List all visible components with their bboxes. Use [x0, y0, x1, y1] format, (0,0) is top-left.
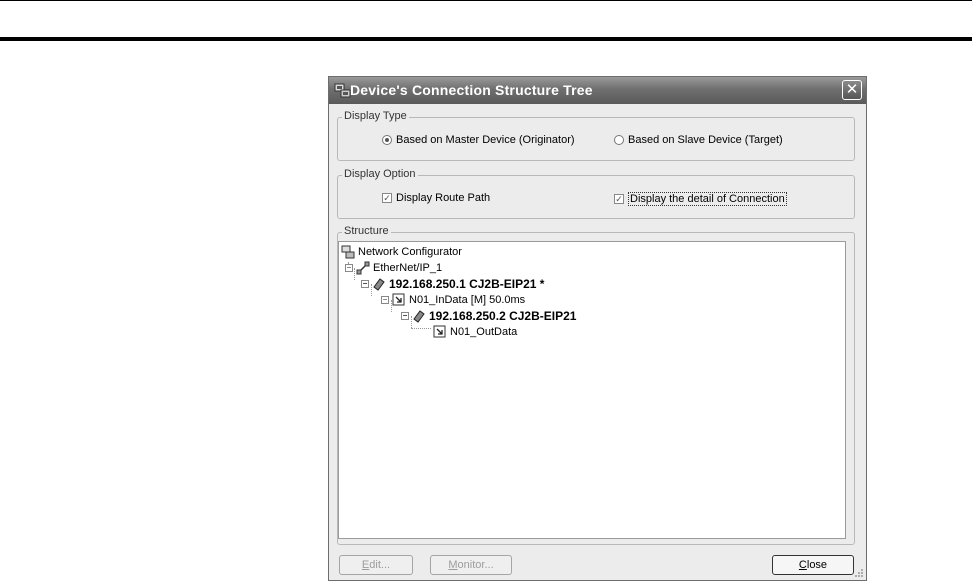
connection-structure-dialog: Device's Connection Structure Tree ✕ Dis…	[328, 76, 867, 581]
checkbox-checked[interactable]: ✓	[382, 193, 392, 203]
radio-button-selected[interactable]	[382, 135, 392, 145]
close-label: lose	[806, 559, 828, 571]
radio-slave-label: Based on Slave Device (Target)	[628, 134, 783, 146]
tree-node-label: 192.168.250.1 CJ2B-EIP21 *	[389, 277, 545, 291]
page-top-rule	[0, 0, 972, 1]
device-icon	[373, 278, 385, 291]
close-button[interactable]: Close	[772, 555, 854, 575]
network-configurator-icon	[341, 245, 355, 259]
structure-tree-view[interactable]: Network Configurator − EtherNet/IP_1 − 1…	[338, 241, 846, 539]
tree-node-originator-device[interactable]: − 192.168.250.1 CJ2B-EIP21 *	[361, 277, 544, 291]
radio-master-device[interactable]: Based on Master Device (Originator)	[382, 134, 575, 146]
radio-slave-device[interactable]: Based on Slave Device (Target)	[614, 134, 783, 146]
tree-node-ethernet-ip[interactable]: − EtherNet/IP_1	[345, 261, 442, 275]
resize-grip-icon[interactable]	[854, 568, 864, 578]
collapse-icon[interactable]: −	[361, 280, 369, 288]
collapse-icon[interactable]: −	[401, 312, 409, 320]
checkbox-display-route-path[interactable]: ✓ Display Route Path	[382, 192, 490, 204]
network-configurator-icon	[334, 83, 351, 98]
tree-connector	[411, 328, 431, 329]
tag-set-icon	[433, 325, 446, 338]
close-mnemonic: C	[798, 559, 807, 571]
display-option-legend: Display Option	[342, 168, 418, 180]
tree-node-indata-connection[interactable]: − N01_InData [M] 50.0ms	[381, 293, 525, 307]
tree-node-target-device[interactable]: − 192.168.250.2 CJ2B-EIP21	[401, 309, 576, 323]
device-icon	[413, 310, 425, 323]
monitor-button[interactable]: Monitor...	[430, 555, 512, 575]
display-type-group: Display Type Based on Master Device (Ori…	[337, 110, 855, 161]
edit-label: dit...	[369, 559, 391, 571]
dialog-title: Device's Connection Structure Tree	[350, 82, 593, 98]
close-icon[interactable]: ✕	[842, 80, 862, 100]
ethernet-network-icon	[356, 261, 370, 275]
collapse-icon[interactable]: −	[381, 296, 389, 304]
title-bar[interactable]: Device's Connection Structure Tree ✕	[329, 77, 866, 104]
structure-legend: Structure	[342, 225, 391, 237]
connection-detail-label: Display the detail of Connection	[628, 192, 787, 206]
tree-node-label: EtherNet/IP_1	[373, 262, 443, 274]
page-header-rule	[0, 37, 972, 41]
route-path-label: Display Route Path	[396, 192, 491, 204]
edit-button[interactable]: Edit...	[339, 555, 413, 575]
tree-node-label: Network Configurator	[358, 246, 462, 258]
display-option-group: Display Option ✓ Display Route Path ✓ Di…	[337, 168, 855, 219]
monitor-label: onitor...	[457, 559, 494, 571]
radio-button-unselected[interactable]	[614, 135, 624, 145]
monitor-mnemonic: M	[448, 559, 458, 571]
tag-set-icon	[392, 293, 405, 306]
display-type-legend: Display Type	[342, 110, 409, 122]
checkbox-checked[interactable]: ✓	[614, 194, 624, 204]
tree-node-label: 192.168.250.2 CJ2B-EIP21	[429, 309, 577, 323]
radio-master-label: Based on Master Device (Originator)	[396, 134, 575, 146]
tree-node-outdata[interactable]: N01_OutData	[433, 325, 517, 339]
tree-node-label: N01_OutData	[450, 326, 518, 338]
checkbox-display-connection-detail[interactable]: ✓ Display the detail of Connection	[614, 192, 787, 206]
tree-node-network-configurator[interactable]: Network Configurator	[341, 245, 462, 259]
collapse-icon[interactable]: −	[345, 264, 353, 272]
tree-node-label: N01_InData [M] 50.0ms	[409, 294, 526, 306]
